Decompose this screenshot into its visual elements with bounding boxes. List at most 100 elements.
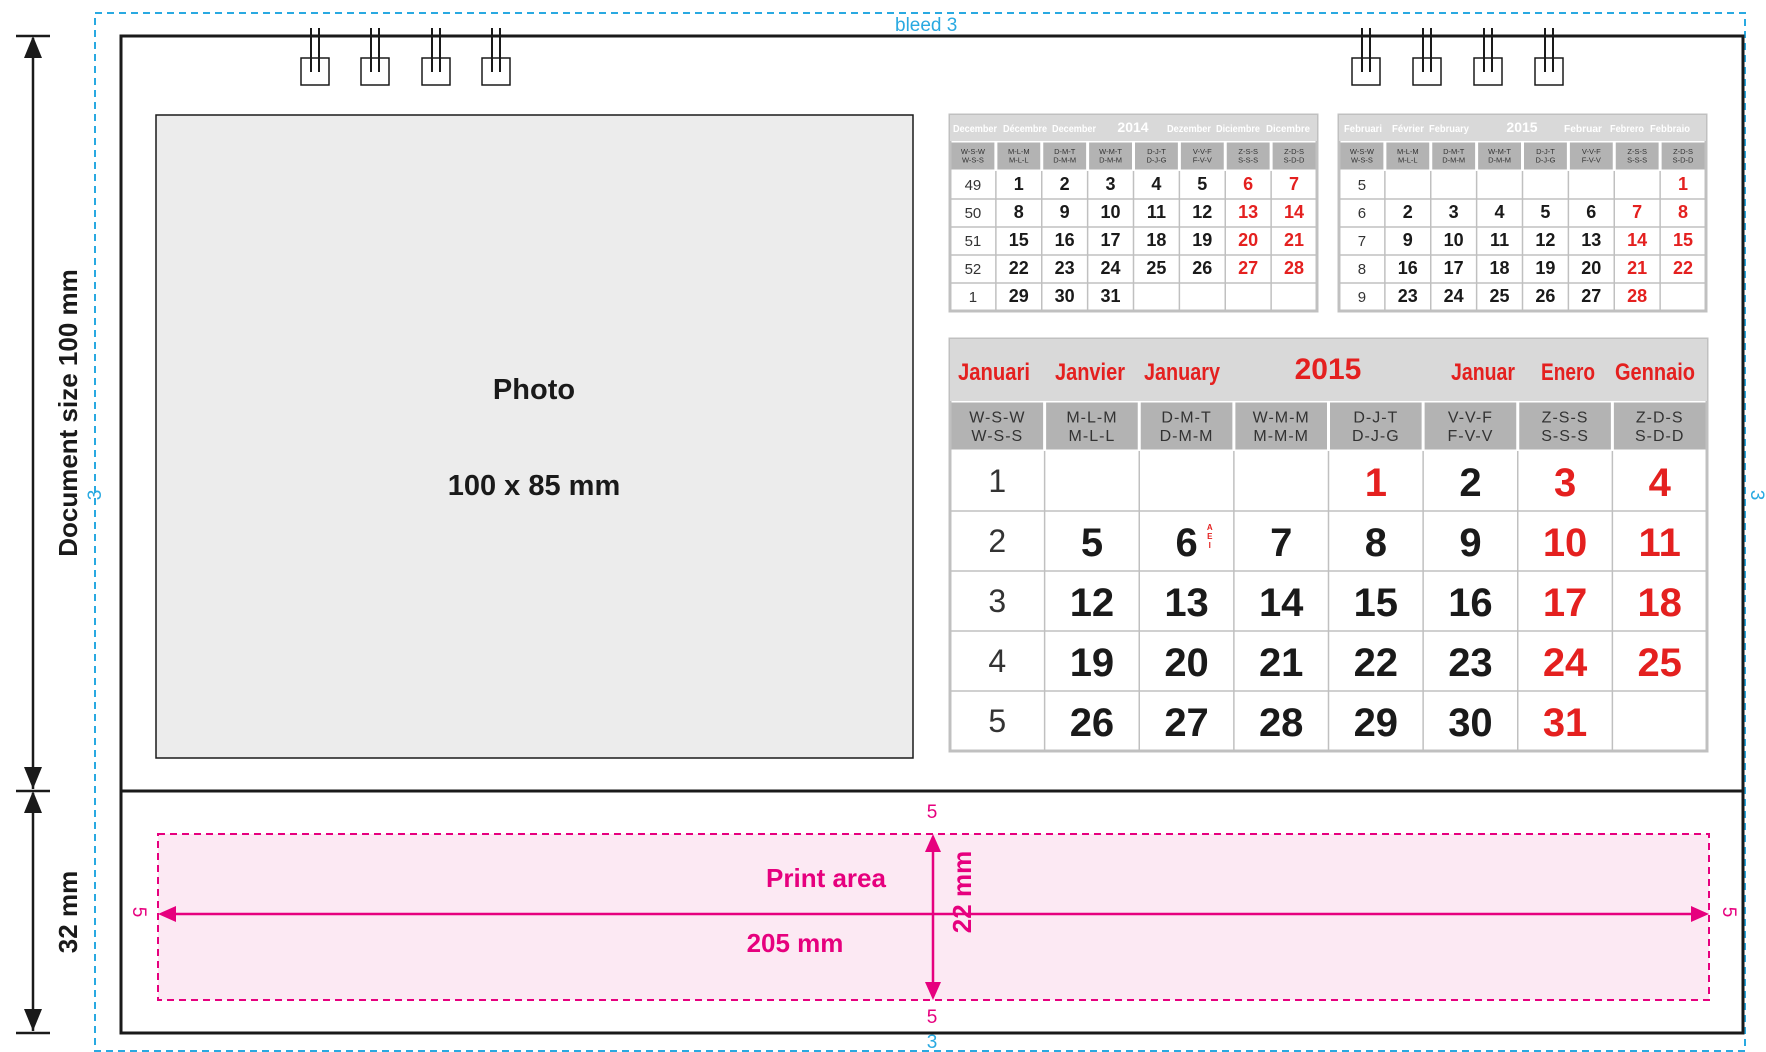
day-cell: 29 <box>1009 286 1029 306</box>
day-cell: 4 <box>1151 174 1161 194</box>
day-cell: 20 <box>1581 258 1601 278</box>
month-name: December <box>953 124 997 135</box>
week-number: 1 <box>988 463 1006 499</box>
weekday-label: D-M-T <box>1161 410 1211 427</box>
day-cell: 11 <box>1639 521 1681 565</box>
day-cell: 14 <box>1259 581 1304 625</box>
weekday-label: W-S-W <box>969 410 1025 427</box>
week-number: 49 <box>965 177 982 194</box>
month-name: Janvier <box>1055 359 1125 386</box>
bleed-label: bleed 3 <box>895 15 957 36</box>
day-cell: 1 <box>1678 174 1688 194</box>
day-cell: 2 <box>1403 202 1413 222</box>
holiday-note: A <box>1207 523 1213 532</box>
weekday-label: S-S-S <box>1627 156 1647 165</box>
holiday-note: I <box>1209 541 1211 550</box>
day-cell: 13 <box>1581 230 1601 250</box>
document-size-dimension <box>16 34 50 793</box>
month-name: Febrero <box>1610 124 1644 135</box>
weekday-label: W-M-M <box>1253 410 1310 427</box>
weekday-label: Z-D-S <box>1636 410 1684 427</box>
weekday-label: M-M-M <box>1253 428 1309 445</box>
day-cell: 8 <box>1365 521 1387 565</box>
day-cell: 8 <box>1014 202 1024 222</box>
bleed-right-label: 3 <box>1746 490 1766 501</box>
calendar-february-2015: Februari Février February 2015 Februar Febrer… <box>1337 113 1708 313</box>
day-cell: 16 <box>1448 581 1493 625</box>
day-cell: 21 <box>1627 258 1647 278</box>
print-margin-top: 5 <box>927 802 938 823</box>
day-cell: 4 <box>1495 202 1505 222</box>
day-cell: 12 <box>1070 581 1115 625</box>
day-cell: 13 <box>1164 581 1209 625</box>
bleed-left-label: 3 <box>85 490 106 501</box>
day-cell: 31 <box>1543 701 1588 745</box>
day-cell: 24 <box>1101 258 1121 278</box>
week-number: 5 <box>1358 177 1366 194</box>
day-cell: 25 <box>1490 286 1510 306</box>
month-name: Diciembre <box>1216 124 1260 135</box>
weekday-label: D-M-M <box>1442 156 1465 165</box>
day-cell: 30 <box>1448 701 1493 745</box>
weekday-label: S-S-S <box>1238 156 1258 165</box>
week-number: 3 <box>988 583 1006 619</box>
day-cell: 26 <box>1535 286 1555 306</box>
photo-placeholder <box>155 114 914 759</box>
day-cell: 5 <box>1197 174 1207 194</box>
day-cell: 27 <box>1581 286 1601 306</box>
day-cell: 9 <box>1403 230 1413 250</box>
calendar-december-2014: December Décembre December 2014 Dezember Dici… <box>948 113 1319 313</box>
holiday-note: E <box>1207 532 1213 541</box>
week-number: 9 <box>1358 289 1366 306</box>
weekday-label: W-S-S <box>962 156 984 165</box>
week-number: 5 <box>988 703 1006 739</box>
week-number: 50 <box>965 205 982 222</box>
day-cell: 27 <box>1238 258 1258 278</box>
day-cell: 7 <box>1632 202 1642 222</box>
month-name: January <box>1144 359 1221 386</box>
year-label: 2015 <box>1506 119 1537 135</box>
day-cell: 18 <box>1146 230 1166 250</box>
day-cell: 24 <box>1543 641 1588 685</box>
day-cell: 26 <box>1070 701 1115 745</box>
day-cell: 12 <box>1192 202 1212 222</box>
weekday-label: F-V-V <box>1193 156 1212 165</box>
day-cell: 2 <box>1459 461 1481 505</box>
day-cell: 14 <box>1284 202 1304 222</box>
weekday-label: D-J-G <box>1146 156 1166 165</box>
weekday-label: V-V-F <box>1448 410 1493 427</box>
print-area-label: Print area <box>766 863 886 893</box>
base-size-label: 32 mm <box>53 871 83 953</box>
week-number: 8 <box>1358 261 1366 278</box>
day-cell: 3 <box>1449 202 1459 222</box>
day-cell: 19 <box>1535 258 1555 278</box>
weekday-label: F-V-V <box>1582 156 1601 165</box>
weekday-label: S-D-D <box>1284 156 1305 165</box>
month-name: Dezember <box>1167 124 1211 135</box>
month-name: December <box>1052 124 1096 135</box>
day-cell: 1 <box>1365 461 1387 505</box>
day-cell: 15 <box>1009 230 1029 250</box>
weekday-label: D-M-M <box>1488 156 1511 165</box>
day-cell: 7 <box>1270 521 1292 565</box>
year-label: 2014 <box>1117 119 1148 135</box>
day-cell: 27 <box>1164 701 1209 745</box>
day-cell: 18 <box>1490 258 1510 278</box>
weekday-label: M-L-L <box>1009 156 1029 165</box>
day-cell: 1 <box>1014 174 1024 194</box>
week-number: 7 <box>1358 233 1366 250</box>
day-cell: 30 <box>1055 286 1075 306</box>
day-cell: 7 <box>1289 174 1299 194</box>
month-name: Décembre <box>1003 124 1047 135</box>
weekday-label: M-L-L <box>1398 156 1418 165</box>
weekday-label: D-M-M <box>1053 156 1076 165</box>
day-cell: 29 <box>1354 701 1399 745</box>
week-number: 1 <box>969 289 977 306</box>
day-cell: 26 <box>1192 258 1212 278</box>
month-name: Januari <box>958 359 1030 386</box>
weekday-label: M-L-M <box>1066 410 1117 427</box>
day-cell: 6 <box>1175 521 1197 565</box>
day-cell: 25 <box>1637 641 1682 685</box>
day-cell: 21 <box>1259 641 1304 685</box>
weekday-label: D-J-T <box>1353 410 1398 427</box>
